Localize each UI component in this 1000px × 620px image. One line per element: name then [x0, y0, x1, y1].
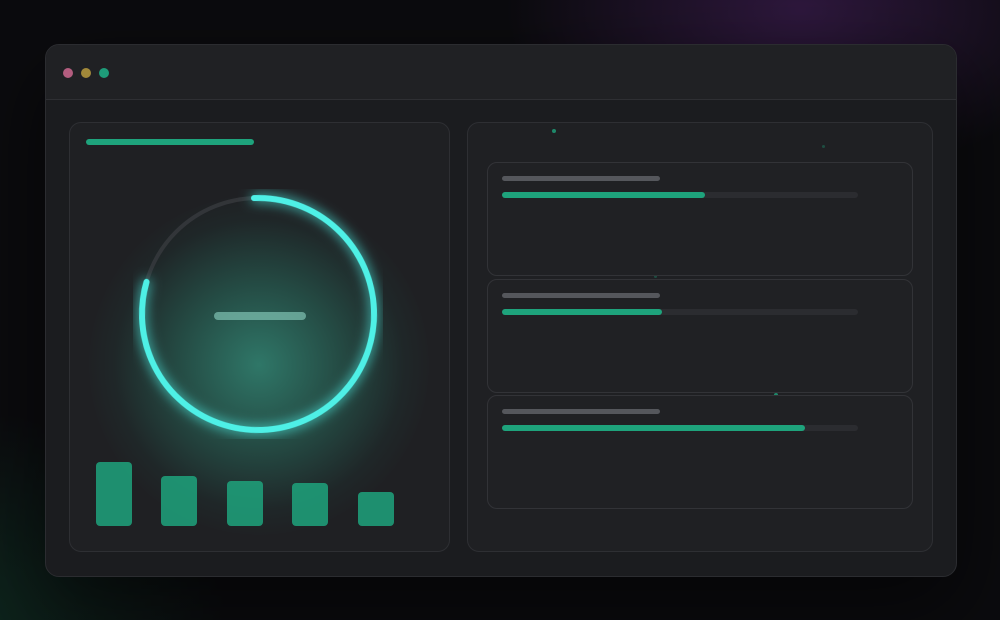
- maximize-icon[interactable]: [99, 68, 109, 78]
- bar-5: [358, 492, 394, 526]
- bar-1: [96, 462, 132, 526]
- particle-dot: [822, 145, 825, 148]
- progress-fill: [502, 309, 663, 315]
- panel-title-placeholder: [86, 139, 254, 145]
- gauge-value-placeholder: [214, 312, 306, 320]
- progress-fill: [502, 192, 705, 198]
- progress-card[interactable]: [487, 162, 913, 276]
- close-icon[interactable]: [63, 68, 73, 78]
- bar-2: [161, 476, 197, 526]
- gauge-panel: [69, 122, 450, 552]
- progress-card[interactable]: [487, 395, 913, 509]
- title-bar: [46, 45, 956, 100]
- progress-card[interactable]: [487, 279, 913, 393]
- minimize-icon[interactable]: [81, 68, 91, 78]
- bar-3: [227, 481, 263, 526]
- card-label-placeholder: [502, 176, 660, 181]
- card-label-placeholder: [502, 409, 660, 414]
- card-label-placeholder: [502, 293, 660, 298]
- progress-track: [502, 425, 858, 431]
- app-window: [45, 44, 957, 577]
- progress-panel: [467, 122, 933, 552]
- progress-track: [502, 309, 858, 315]
- progress-fill: [502, 425, 805, 431]
- progress-track: [502, 192, 858, 198]
- bar-4: [292, 483, 328, 526]
- particle-dot: [552, 129, 556, 133]
